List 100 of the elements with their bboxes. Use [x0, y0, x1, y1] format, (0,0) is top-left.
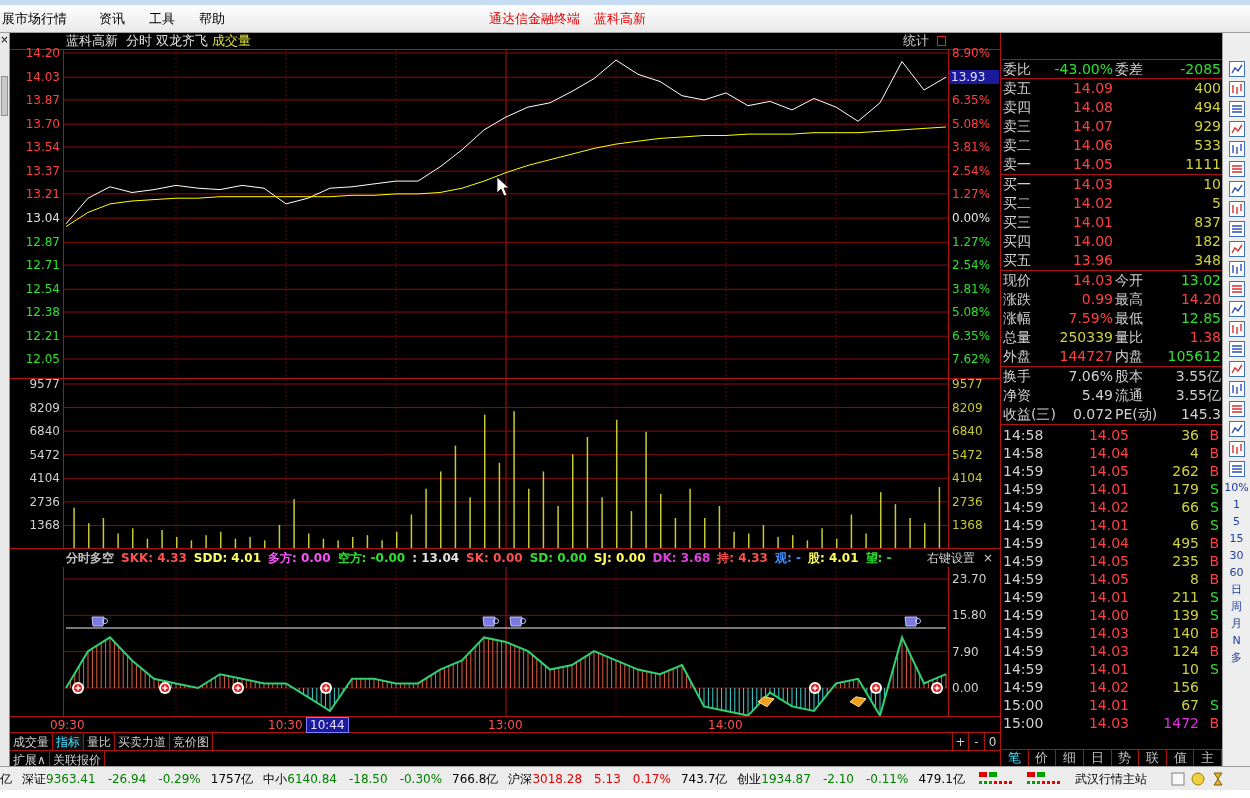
trade-volume: 67 [1180, 696, 1199, 714]
order-price: 14.09 [1071, 79, 1113, 98]
index-value: 3018.28 [532, 770, 583, 788]
quote-value: 3.55亿 [1174, 386, 1221, 405]
quote-label: 现价 [1002, 271, 1032, 290]
trade-side: S [1209, 498, 1219, 516]
order-price: 14.01 [1071, 213, 1113, 232]
quote-value: 0.99 [1080, 290, 1113, 309]
volume-axis-label: 5472 [29, 447, 60, 462]
trade-time: 14:59 [1002, 588, 1045, 606]
order-price: 13.96 [1071, 251, 1113, 270]
quote-label: 流通 [1114, 386, 1144, 405]
index-change: -26.94 [107, 770, 147, 788]
trade-side: B [1208, 552, 1219, 570]
volume-axis-label: 1368 [29, 518, 60, 533]
trade-price: 14.01 [1087, 660, 1129, 678]
indicator-value: 股: 4.01 [807, 550, 859, 567]
percent-axis-label: 1.27% [952, 186, 991, 201]
stock-name: 蓝科高新 [66, 32, 118, 51]
trade-time: 14:59 [1002, 498, 1045, 516]
trade-side: B [1208, 426, 1219, 444]
quote-value: 3.55亿 [1174, 367, 1221, 386]
indicator-value: 持: 4.33 [717, 550, 768, 567]
price-axis-label: 12.38 [25, 305, 60, 320]
time-axis-label: 14:00 [708, 718, 743, 732]
index-value: 1934.87 [761, 770, 811, 788]
indicator-value: DK: 3.68 [652, 550, 711, 567]
trade-side: B [1208, 444, 1219, 462]
quote-value: 1.38 [1188, 328, 1221, 347]
indicator-value: 分时多空 [66, 550, 114, 567]
trade-volume: 235 [1171, 552, 1199, 570]
quote-label: 内盘 [1114, 347, 1144, 366]
price-axis-label: 12.87 [25, 235, 60, 250]
quote-label: 总量 [1002, 328, 1032, 347]
price-axis-label: 13.37 [25, 164, 60, 179]
volume-axis-label: 1368 [952, 518, 983, 533]
index-percent: -0.29% [158, 770, 201, 788]
index-percent: -0.30% [399, 770, 443, 788]
quote-label: 委差 [1114, 59, 1144, 79]
index-value: 6140.84 [287, 770, 337, 788]
order-level-label: 卖四 [1002, 98, 1032, 117]
trade-volume: 36 [1180, 426, 1199, 444]
index-change: 5.13 [594, 770, 621, 788]
price-axis-label: 13.70 [25, 117, 60, 132]
order-level-label: 卖三 [1002, 117, 1032, 136]
indicator-axis-label: 7.90 [952, 644, 979, 659]
volume-axis-label: 4104 [29, 471, 60, 486]
trade-time: 15:00 [1002, 696, 1045, 714]
volume-axis-label: 5472 [952, 447, 983, 462]
trade-side: S [1209, 480, 1219, 498]
trade-volume: 1472 [1162, 714, 1199, 732]
order-volume: 400 [1193, 79, 1221, 98]
quote-label: 最高 [1114, 290, 1144, 309]
indicator-value: SJ: 0.00 [593, 550, 646, 567]
price-axis-label: 12.54 [25, 282, 60, 297]
trade-volume: 10 [1180, 660, 1199, 678]
quote-value: 5.49 [1080, 386, 1113, 405]
cursor-time-label: 10:44 [306, 717, 349, 733]
quote-value: 7.06% [1067, 367, 1113, 386]
trade-side: S [1209, 588, 1219, 606]
trade-volume: 124 [1171, 642, 1199, 660]
trade-price: 14.03 [1087, 624, 1129, 642]
trade-volume: 495 [1171, 534, 1199, 552]
price-axis-label: 13.21 [25, 186, 60, 201]
price-axis-label: 12.21 [25, 329, 60, 344]
trade-time: 14:59 [1002, 534, 1045, 552]
percent-axis-label: 1.27% [952, 235, 991, 250]
trade-volume: 6 [1189, 516, 1199, 534]
order-price: 14.02 [1071, 194, 1113, 213]
quote-value: 7.59% [1067, 309, 1113, 328]
indicator-name: 成交量 [212, 32, 251, 51]
percent-axis-label: 8.90% [952, 46, 991, 60]
trade-volume: 140 [1171, 624, 1199, 642]
indicator-value: 空方: -0.00 [337, 550, 406, 567]
percent-axis-label: 0.00% [952, 211, 991, 226]
quote-value: 14.03 [1071, 271, 1113, 290]
indicator-value: SD: 0.00 [529, 550, 587, 567]
trade-price: 14.05 [1087, 552, 1129, 570]
price-axis-label: 13.04 [25, 211, 60, 226]
trade-price: 14.05 [1087, 426, 1129, 444]
order-price: 14.00 [1071, 232, 1113, 251]
indicator-axis-label: 0.00 [952, 681, 979, 695]
price-axis-label: 13.54 [25, 139, 60, 154]
index-percent: -0.11% [865, 770, 909, 788]
indicator-value: 多方: 0.00 [268, 550, 331, 567]
trade-time: 14:58 [1002, 426, 1045, 444]
quote-value: 144727 [1058, 347, 1113, 366]
indicator-value: 望: - [865, 550, 892, 567]
quote-label: 净资 [1002, 386, 1032, 405]
trade-side: B [1208, 462, 1219, 480]
order-level-label: 买一 [1002, 175, 1032, 194]
index-percent: 0.17% [632, 770, 671, 788]
trade-time: 15:00 [1002, 714, 1045, 732]
quote-label: 今开 [1114, 271, 1144, 290]
trade-side: B [1208, 570, 1219, 588]
trade-side: S [1209, 660, 1219, 678]
percent-axis-label: 3.81% [952, 139, 991, 154]
index-name: 深证 [22, 770, 46, 788]
trade-price: 14.01 [1087, 588, 1129, 606]
time-axis-label: 13:00 [488, 718, 523, 732]
